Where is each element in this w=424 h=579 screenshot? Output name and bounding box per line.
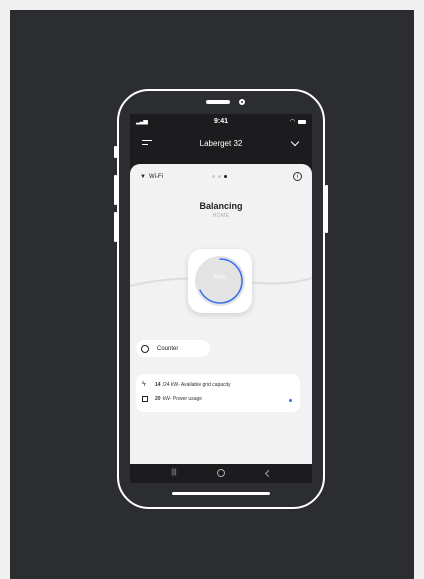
- page-dot[interactable]: [212, 175, 215, 178]
- stat-row-grid: ϟ 14 /24 kW - Available grid capacity: [142, 381, 231, 388]
- mode-subtitle: HOME: [212, 213, 230, 219]
- page-dot[interactable]: [218, 175, 221, 178]
- status-bar: ▂▃▅ 9:41 ◠: [130, 114, 312, 128]
- info-icon[interactable]: i: [293, 172, 302, 181]
- stat-unit: /24 kW: [162, 381, 179, 388]
- charger-card: ▼ Wi-Fi i Balancing HOME 68% Counter ϟ 1…: [130, 164, 312, 464]
- wifi-icon: ▼: [140, 174, 146, 180]
- stat-row-usage: 20 kW - Power usage: [142, 396, 202, 402]
- stat-unit: kW: [162, 396, 170, 402]
- bolt-icon: ϟ: [142, 381, 146, 388]
- recents-icon[interactable]: |||: [170, 469, 178, 477]
- power-stats: ϟ 14 /24 kW - Available grid capacity 20…: [136, 374, 300, 412]
- stat-text: - Available grid capacity: [178, 381, 231, 388]
- phone-button-volume-down: [114, 212, 117, 242]
- app-screen: ▂▃▅ 9:41 ◠ Laberget 32 ▼ Wi-Fi i Balanci…: [130, 114, 312, 483]
- location-title[interactable]: Laberget 32: [130, 139, 312, 148]
- home-icon[interactable]: [217, 469, 225, 477]
- speaker: [206, 100, 230, 104]
- home-indicator: [172, 492, 270, 495]
- wifi-label: Wi-Fi: [148, 174, 163, 180]
- phone-button-mute: [114, 146, 117, 158]
- battery-icon: [298, 119, 306, 124]
- page-indicator[interactable]: [212, 175, 227, 178]
- counter-icon: [141, 344, 149, 353]
- camera: [239, 99, 245, 105]
- status-time: 9:41: [213, 118, 228, 125]
- power-gauge[interactable]: 68%: [188, 249, 252, 313]
- phone-button-power: [325, 185, 328, 233]
- system-nav-bar: |||: [130, 464, 312, 483]
- counter-button[interactable]: Counter: [136, 340, 210, 357]
- house-icon: [142, 396, 148, 402]
- back-icon[interactable]: [264, 469, 273, 478]
- stat-value: 20: [155, 396, 161, 402]
- counter-label: Counter: [157, 345, 179, 352]
- phone-button-volume-up: [114, 175, 117, 205]
- gauge-value: 68%: [213, 275, 226, 281]
- page-dot-active[interactable]: [224, 175, 227, 178]
- app-header: Laberget 32: [130, 134, 312, 154]
- gauge-arc: [197, 258, 243, 304]
- mode-title: Balancing: [199, 201, 243, 211]
- stat-text: - Power usage: [169, 396, 203, 402]
- stat-value: 14: [155, 381, 161, 388]
- status-icons: ◠: [290, 118, 306, 125]
- wifi-status-icon: ◠: [289, 119, 295, 125]
- status-dot: [289, 399, 292, 402]
- wifi-indicator: ▼ Wi-Fi: [140, 174, 163, 180]
